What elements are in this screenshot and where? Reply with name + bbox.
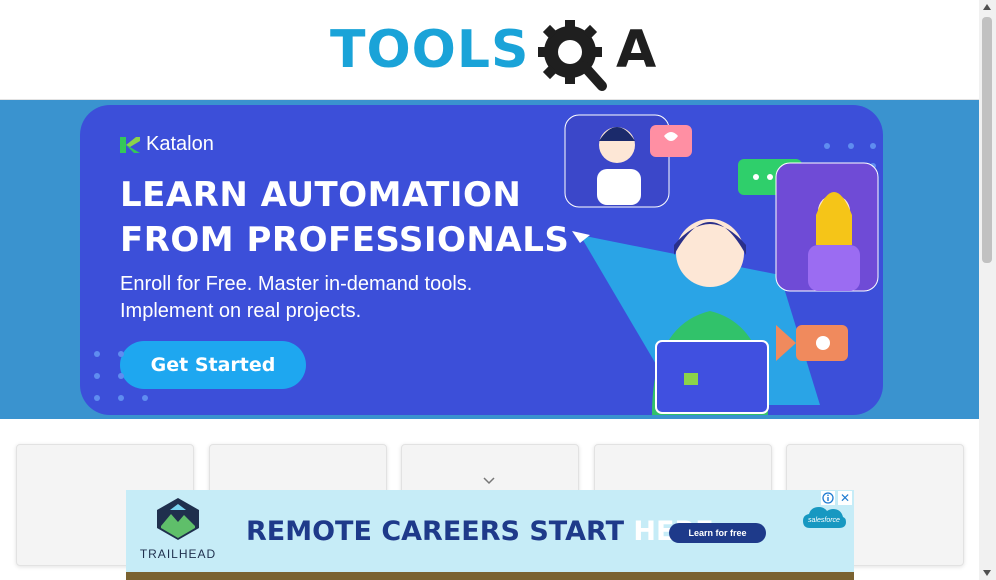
scroll-thumb[interactable]: [982, 17, 992, 263]
scroll-down-arrow-icon[interactable]: [983, 570, 991, 576]
chevron-down-icon: [483, 477, 495, 485]
get-started-button[interactable]: Get Started: [120, 341, 306, 389]
banner-subtitle-line2: Implement on real projects.: [120, 300, 362, 322]
banner-illustration: [564, 114, 879, 415]
learn-for-free-button[interactable]: Learn for free: [669, 523, 766, 543]
adchoices-icon[interactable]: [821, 491, 835, 505]
katalon-brand-label: Katalon: [146, 133, 214, 155]
trailhead-logo-icon: [157, 498, 199, 540]
logo-text: TOOLS: [330, 20, 530, 80]
site-header: TOOLS A: [0, 0, 979, 100]
ad-forest-strip: [126, 572, 854, 580]
advertisement[interactable]: TRAILHEAD REMOTE CAREERS START HERE. Lea…: [126, 490, 854, 580]
katalon-banner[interactable]: Katalon LEARN AUTOMATION FROM PROFESSION…: [80, 105, 883, 415]
banner-headline-line1: LEARN AUTOMATION: [120, 175, 522, 215]
trailhead-label: TRAILHEAD: [139, 547, 217, 561]
ad-headline: REMOTE CAREERS START HERE.: [246, 516, 724, 547]
logo-accent: A: [616, 20, 657, 80]
banner-headline-line2: FROM PROFESSIONALS: [120, 220, 570, 260]
katalon-logo-icon: [120, 136, 140, 153]
vertical-scrollbar[interactable]: [979, 0, 996, 580]
katalon-brand: Katalon: [120, 133, 214, 156]
close-icon[interactable]: ✕: [838, 491, 852, 505]
salesforce-cloud-icon: salesforce: [803, 507, 846, 528]
banner-headline: LEARN AUTOMATION FROM PROFESSIONALS: [120, 173, 580, 263]
trailhead-logo: TRAILHEAD: [138, 496, 218, 561]
banner-subtitle: Enroll for Free. Master in-demand tools.…: [120, 271, 540, 325]
salesforce-label: salesforce: [808, 517, 840, 524]
gear-magnifier-icon: [538, 20, 607, 91]
banner-subtitle-line1: Enroll for Free. Master in-demand tools.: [120, 273, 473, 295]
scroll-up-arrow-icon[interactable]: [983, 4, 991, 10]
toolsqa-logo[interactable]: TOOLS A: [330, 14, 657, 92]
ad-headline-main: REMOTE CAREERS START: [246, 516, 634, 547]
